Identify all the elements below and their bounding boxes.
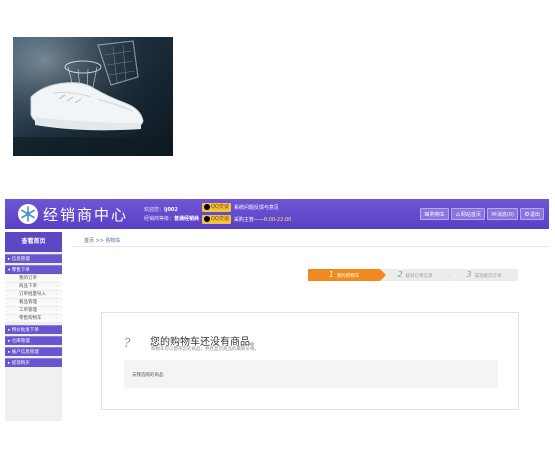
header-buttons: ⊞购物车 ⌂网站首页 ✉消息(0) ⚙退出: [418, 208, 544, 220]
feedback-service[interactable]: QQ交谈 系统问题反馈与意见: [202, 203, 279, 213]
dealer-level: 普通经销商: [174, 216, 200, 222]
favorites-link[interactable]: 去我选购的商品: [132, 372, 164, 378]
sidebar-cat-account[interactable]: ▸ 账户信息管理: [5, 347, 62, 356]
sidebar-cat-withdraw[interactable]: ▸ 提现购买: [5, 358, 62, 367]
snowflake-logo-icon: [18, 204, 38, 224]
sidebar-item-retail-cart[interactable]: 零售购物车 ›: [5, 315, 62, 323]
sidebar-item-tickets[interactable]: 工单管理 ›: [5, 307, 62, 315]
breadcrumb-current: 购物车: [105, 238, 121, 244]
welcome-label: 欢迎您：: [144, 207, 165, 213]
app-title: 经销商中心: [43, 206, 129, 224]
question-mark-icon: ?: [124, 336, 131, 350]
sidebar-cat-retail[interactable]: ▾ 零售下单: [5, 265, 62, 274]
service-label: 系统问题反馈与意见: [233, 205, 279, 211]
site-home-button[interactable]: ⌂网站首页: [450, 208, 485, 220]
empty-cart-subtitle: 购物车可以暂存您的商品，并且显示商品的最新价格。: [151, 347, 259, 352]
service-hours: 8:00-22:00: [263, 217, 292, 223]
dealer-center-app: 经销商中心 欢迎您：lj002 经销商等级：普通经销商 QQ交谈 系统问题反馈与意…: [5, 199, 549, 421]
step-submit-success: 3 成功提交订单: [450, 269, 518, 281]
sneaker-icon: [13, 37, 173, 156]
divider: [72, 246, 549, 247]
messages-button[interactable]: ✉消息(0): [486, 208, 518, 220]
sidebar-item-my-orders[interactable]: 我的订单 ›: [5, 275, 62, 283]
sidebar-item-place-order[interactable]: 商品下单 ›: [5, 283, 62, 291]
step-confirm-order: 2 核对订单信息: [380, 269, 456, 281]
user-info: 欢迎您：lj002 经销商等级：普通经销商: [144, 206, 199, 224]
purchase-service[interactable]: QQ交谈 采购主管——8:00-22:00: [202, 215, 291, 225]
cart-button[interactable]: ⊞购物车: [419, 208, 449, 220]
service-label: 采购主管——: [233, 217, 264, 223]
sidebar-item-view-products[interactable]: 看品管理 ›: [5, 299, 62, 307]
qq-chat-button[interactable]: QQ交谈: [202, 203, 231, 212]
sidebar-cat-info[interactable]: ▸ 信息管理: [5, 254, 62, 263]
main-content: 首页 >> 购物车 1 我的购物车 2 核对订单信息 3 成功提交订单 ? 您的购物车…: [72, 232, 549, 421]
breadcrumb-separator: >>: [95, 238, 104, 244]
favorites-bar: 去我选购的商品: [124, 360, 498, 388]
product-photo: [13, 37, 173, 156]
breadcrumb-home[interactable]: 首页: [84, 238, 94, 244]
sidebar: 查看首页 ▸ 信息管理 ▾ 零售下单 我的订单 › 商品下单 › 订单批量导入 › 看…: [5, 232, 62, 421]
empty-cart-panel: ? 您的购物车还没有商品。 购物车可以暂存您的商品，并且显示商品的最新价格。 去…: [101, 312, 519, 410]
level-label: 经销商等级：: [144, 216, 175, 222]
checkout-steps: 1 我的购物车 2 核对订单信息 3 成功提交订单: [308, 269, 518, 281]
qq-icon: [204, 215, 210, 222]
breadcrumb: 首页 >> 购物车: [84, 237, 121, 244]
sidebar-home-link[interactable]: 查看首页: [5, 232, 62, 252]
sidebar-cat-wholesale[interactable]: ▸ 特价批发下单: [5, 325, 62, 334]
qq-icon: [204, 203, 210, 210]
sidebar-cat-warehouse[interactable]: ▸ 仓库管理: [5, 336, 62, 345]
logout-button[interactable]: ⚙退出: [519, 208, 544, 220]
username: lj002: [164, 207, 178, 213]
top-header: 经销商中心 欢迎您：lj002 经销商等级：普通经销商 QQ交谈 系统问题反馈与意…: [5, 199, 549, 229]
step-my-cart: 1 我的购物车: [308, 269, 386, 281]
qq-chat-button[interactable]: QQ交谈: [202, 215, 231, 224]
sidebar-item-batch-import[interactable]: 订单批量导入 ›: [5, 291, 62, 299]
